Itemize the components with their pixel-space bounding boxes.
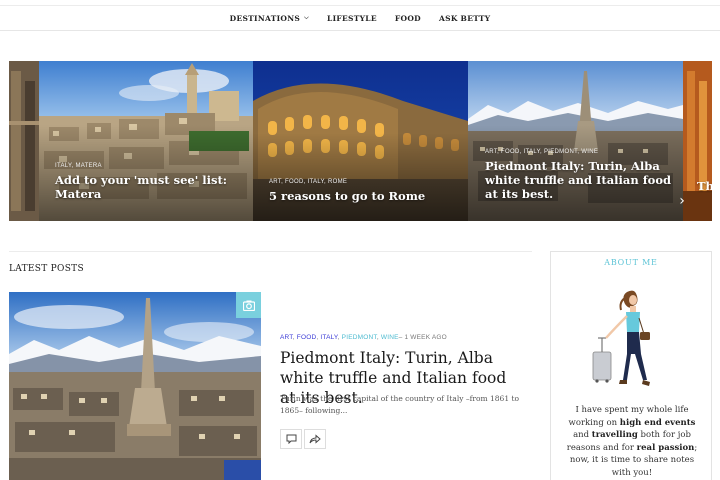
slide-partial-left[interactable] (9, 61, 39, 221)
about-me-title: ABOUT ME (604, 258, 658, 267)
post-category-link[interactable]: WINE (381, 334, 399, 341)
post-category-link[interactable]: FOOD (297, 334, 317, 341)
nav-item-label: ASK BETTY (438, 13, 491, 23)
nav-item-label: FOOD (394, 13, 421, 23)
post-meta: ART, FOOD, ITALY, PIEDMONT, WINE– 1 WEEK… (280, 334, 447, 341)
slide-turin[interactable]: ART, FOOD, ITALY, PIEDMONT, WINE Piedmon… (468, 61, 683, 221)
about-text-part: and (573, 430, 592, 440)
slide-rome[interactable]: ART, FOOD, ITALY, ROME 5 reasons to go t… (253, 61, 468, 221)
nav-item-destinations[interactable]: DESTINATIONS ⌵ (221, 14, 318, 23)
post-excerpt: Turin was the first capital of the count… (280, 394, 520, 415)
share-icon (309, 434, 321, 444)
nav-item-label: LIFESTYLE (327, 13, 377, 23)
latest-posts-heading: LATEST POSTS (9, 264, 84, 274)
slide-caption: Th (697, 179, 712, 193)
comment-icon (286, 434, 296, 444)
about-text-bold: high end events (619, 417, 696, 428)
nav-item-lifestyle[interactable]: LIFESTYLE (318, 14, 386, 23)
slide-caption: ITALY, MATERA Add to your 'must see' lis… (55, 163, 243, 201)
camera-icon[interactable] (236, 292, 261, 318)
camera-icon-glyph (242, 300, 255, 311)
post-time: 1 WEEK AGO (404, 334, 447, 341)
nav-item-ask-betty[interactable]: ASK BETTY (430, 14, 499, 23)
comment-button[interactable] (280, 429, 302, 449)
slider-next-button[interactable]: › (674, 188, 690, 214)
post-category-link[interactable]: ART (280, 334, 293, 341)
slide-title[interactable]: Add to your 'must see' list: Matera (55, 173, 243, 201)
about-text-bold: real passion (636, 442, 695, 453)
slide-categories[interactable]: ITALY, MATERA (55, 163, 243, 169)
slide-categories[interactable]: ART, FOOD, ITALY, PIEDMONT, WINE (485, 149, 673, 155)
slide-title[interactable]: Piedmont Italy: Turin, Alba white truffl… (485, 159, 673, 201)
about-text-bold: travelling (591, 430, 638, 440)
section-divider (9, 251, 532, 252)
post-image (9, 292, 261, 480)
post-category-link[interactable]: ITALY (320, 334, 337, 341)
post-category-link[interactable]: PIEDMONT (342, 334, 377, 341)
slide-image (9, 61, 39, 221)
slide-title[interactable]: 5 reasons to go to Rome (269, 189, 458, 203)
post-thumbnail[interactable] (9, 292, 261, 480)
main-nav: DESTINATIONS ⌵ LIFESTYLE FOOD ASK BETTY (0, 6, 720, 31)
slide-categories[interactable]: ART, FOOD, ITALY, ROME (269, 179, 458, 185)
slide-matera[interactable]: ITALY, MATERA Add to your 'must see' lis… (39, 61, 253, 221)
nav-item-food[interactable]: FOOD (386, 14, 430, 23)
slide-caption: ART, FOOD, ITALY, ROME 5 reasons to go t… (269, 179, 458, 203)
chevron-down-icon: ⌵ (304, 14, 309, 21)
nav-item-label: DESTINATIONS (229, 13, 301, 23)
about-me-text: I have spent my whole life working on hi… (562, 404, 702, 479)
slide-title[interactable]: Th (697, 179, 712, 193)
featured-slider: ITALY, MATERA Add to your 'must see' lis… (9, 61, 712, 221)
traveler-illustration (592, 290, 650, 386)
chevron-right-icon: › (679, 193, 685, 209)
slide-caption: ART, FOOD, ITALY, PIEDMONT, WINE Piedmon… (485, 149, 673, 201)
share-button[interactable] (304, 429, 326, 449)
